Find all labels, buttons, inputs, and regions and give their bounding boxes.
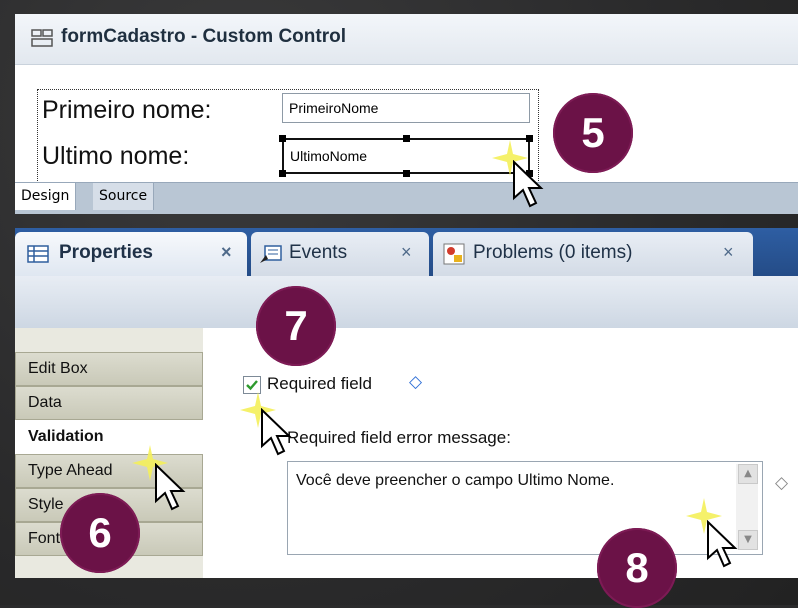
properties-subbar	[15, 276, 798, 329]
tab-source[interactable]: Source	[93, 183, 155, 210]
first-name-label: Primeiro nome:	[42, 96, 212, 124]
form-design-area: Primeiro nome: PrimeiroNome Ultimo nome:…	[37, 89, 539, 191]
tab-problems-label: Problems (0 items)	[473, 242, 633, 263]
nav-item-edit-box[interactable]: Edit Box	[15, 352, 203, 386]
tab-design[interactable]: Design	[15, 183, 77, 210]
diamond-icon[interactable]: ◇	[775, 473, 788, 493]
nav-item-validation[interactable]: Validation	[15, 420, 203, 454]
selection-handle[interactable]	[403, 170, 410, 177]
designer-panel: formCadastro - Custom Control Primeiro n…	[15, 14, 798, 214]
mouse-pointer-icon	[155, 463, 186, 511]
step-badge-8: 8	[597, 528, 677, 608]
tab-properties-label: Properties	[59, 242, 153, 263]
step-badge-7: 7	[256, 286, 336, 366]
tab-events-label: Events	[289, 242, 348, 263]
diamond-icon[interactable]: ◇	[409, 372, 422, 392]
nav-item-data[interactable]: Data	[15, 386, 203, 420]
first-name-field[interactable]: PrimeiroNome	[282, 93, 530, 123]
tab-properties[interactable]: Properties ×	[15, 232, 247, 276]
step-badge-6: 6	[60, 493, 140, 573]
view-tabbar: Properties × Events × Problems (0 items)…	[15, 228, 798, 276]
close-icon[interactable]: ×	[221, 242, 232, 263]
designer-title: formCadastro - Custom Control	[61, 26, 346, 47]
selection-handle[interactable]	[279, 135, 286, 142]
selection-handle[interactable]	[279, 170, 286, 177]
error-message-text: Você deve preencher o campo Ultimo Nome.	[296, 472, 615, 489]
designer-titlebar: formCadastro - Custom Control	[15, 14, 798, 65]
step-badge-5: 5	[553, 93, 633, 173]
mouse-pointer-icon	[707, 520, 738, 568]
last-name-label: Ultimo nome:	[42, 142, 190, 170]
design-source-tabs: Design Source	[15, 182, 798, 214]
selection-handle[interactable]	[403, 135, 410, 142]
properties-icon	[27, 245, 49, 263]
tab-problems[interactable]: Problems (0 items) ×	[433, 232, 753, 276]
mouse-pointer-icon	[261, 408, 292, 456]
problems-icon	[443, 243, 465, 265]
required-field-label: Required field	[267, 374, 372, 393]
mouse-pointer-icon	[513, 160, 544, 208]
close-icon[interactable]: ×	[401, 242, 412, 263]
events-icon	[260, 245, 282, 263]
error-message-label: Required field error message:	[287, 428, 511, 447]
scroll-up-button[interactable]: ▲	[738, 464, 758, 484]
tab-events[interactable]: Events ×	[251, 232, 429, 276]
custom-control-icon	[31, 29, 53, 47]
close-icon[interactable]: ×	[723, 242, 734, 263]
